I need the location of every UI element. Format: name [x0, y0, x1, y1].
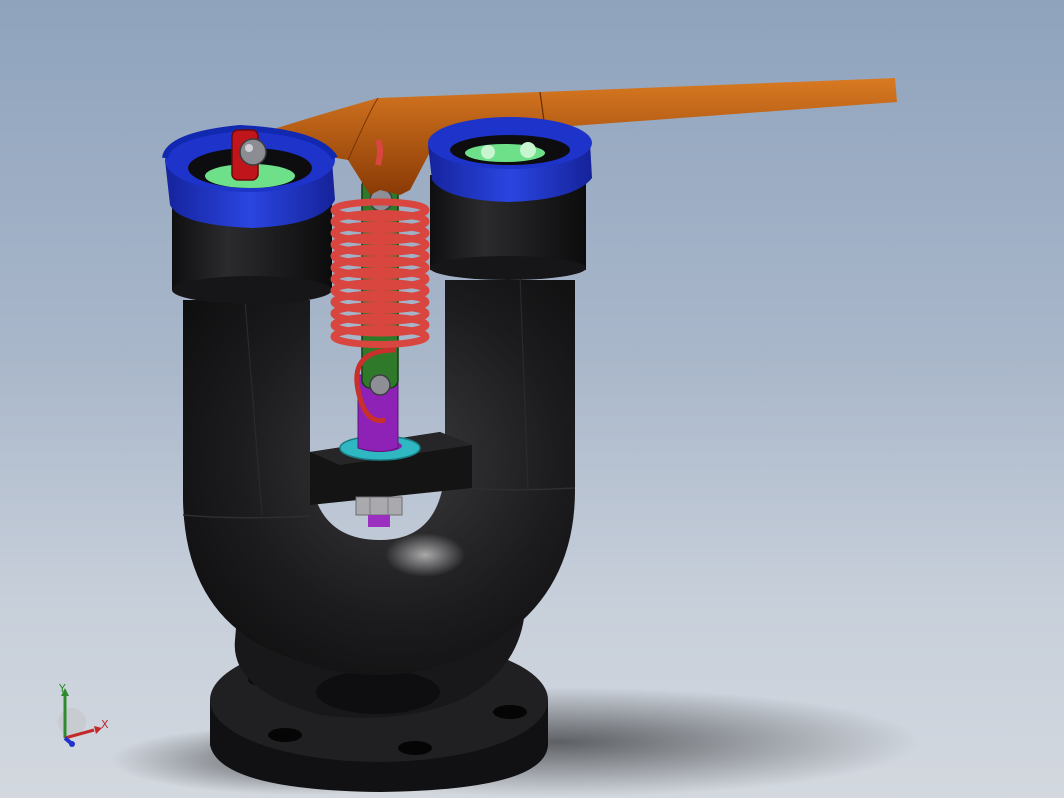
clevis-pin[interactable] [369, 374, 391, 396]
axis-y-label: Y [59, 682, 66, 695]
axis-x-label: X [101, 718, 109, 731]
graphics-viewport[interactable]: Y X [0, 0, 1064, 798]
hex-nut[interactable] [355, 496, 403, 527]
body-neck-rim [316, 670, 440, 714]
bolt-hole [398, 741, 432, 755]
tension-spring[interactable] [330, 198, 430, 348]
axis-z-end [69, 741, 75, 747]
triad-sphere [58, 708, 86, 736]
body-highlight [385, 533, 465, 577]
bolt-hole [493, 705, 527, 719]
cad-model[interactable] [0, 0, 1064, 798]
right-port-cap[interactable] [428, 117, 592, 202]
spring-hook-upper [375, 138, 383, 166]
bolt-hole [268, 728, 302, 742]
